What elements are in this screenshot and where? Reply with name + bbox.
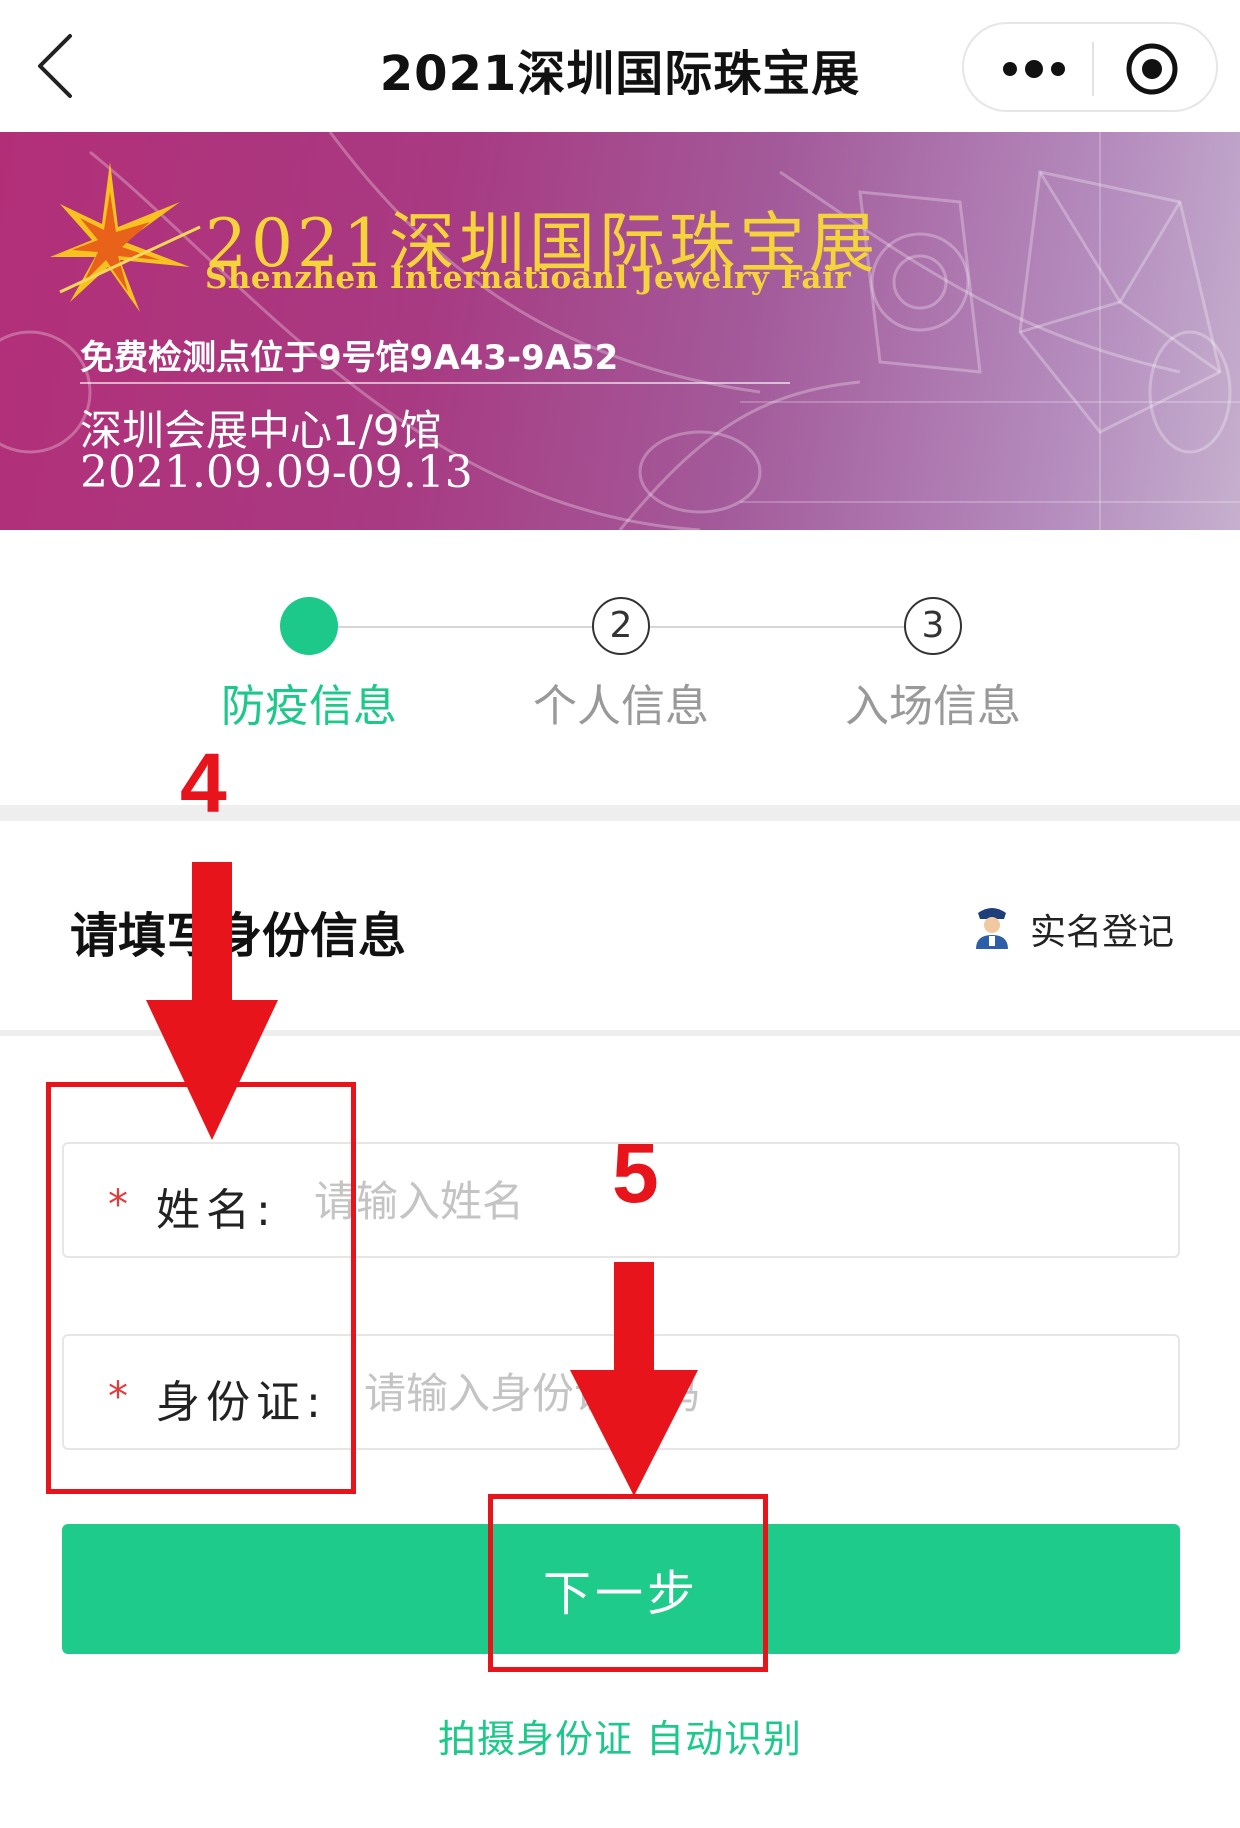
officer-icon (976, 908, 1008, 949)
step-connector (338, 626, 592, 628)
mini-program-capsule (962, 22, 1218, 112)
step-label-entry-info: 入场信息 (845, 681, 1021, 732)
step-connector (650, 626, 904, 628)
id-card-input[interactable] (364, 1358, 1154, 1428)
banner-subtitle: Shenzhen Internatioanl Jewelry Fair (205, 260, 852, 296)
more-dots-icon (1003, 60, 1065, 78)
step-label-epidemic-info: 防疫信息 (221, 681, 397, 732)
banner-divider (80, 382, 790, 384)
capsule-divider (1092, 42, 1094, 96)
step-label-personal-info: 个人信息 (533, 681, 709, 732)
navigation-bar: 2021深圳国际珠宝展 (0, 0, 1240, 132)
close-button[interactable] (1124, 41, 1180, 97)
starburst-icon (50, 162, 201, 312)
step-indicator-1 (280, 597, 338, 655)
scan-id-link[interactable]: 拍摄身份证 自动识别 (0, 1708, 1240, 1763)
annotation-box-next-button (488, 1494, 768, 1672)
date-text: 2021.09.09-09.13 (80, 447, 473, 498)
name-input[interactable] (314, 1166, 1154, 1236)
event-banner: 2021深圳国际珠宝展 Shenzhen Internatioanl Jewel… (0, 132, 1240, 530)
target-circle-icon (1126, 43, 1178, 95)
annotation-number-4: 4 (180, 736, 227, 830)
step-indicator-2: 2 (592, 597, 650, 655)
realname-label: 实名登记 (1030, 912, 1175, 953)
annotation-arrow-5 (570, 1262, 698, 1496)
more-button[interactable] (994, 44, 1074, 94)
annotation-number-5: 5 (612, 1126, 659, 1220)
annotation-box-form-fields (46, 1082, 356, 1494)
detection-point-text: 免费检测点位于9号馆9A43-9A52 (80, 338, 619, 378)
step-indicator-3: 3 (904, 597, 962, 655)
